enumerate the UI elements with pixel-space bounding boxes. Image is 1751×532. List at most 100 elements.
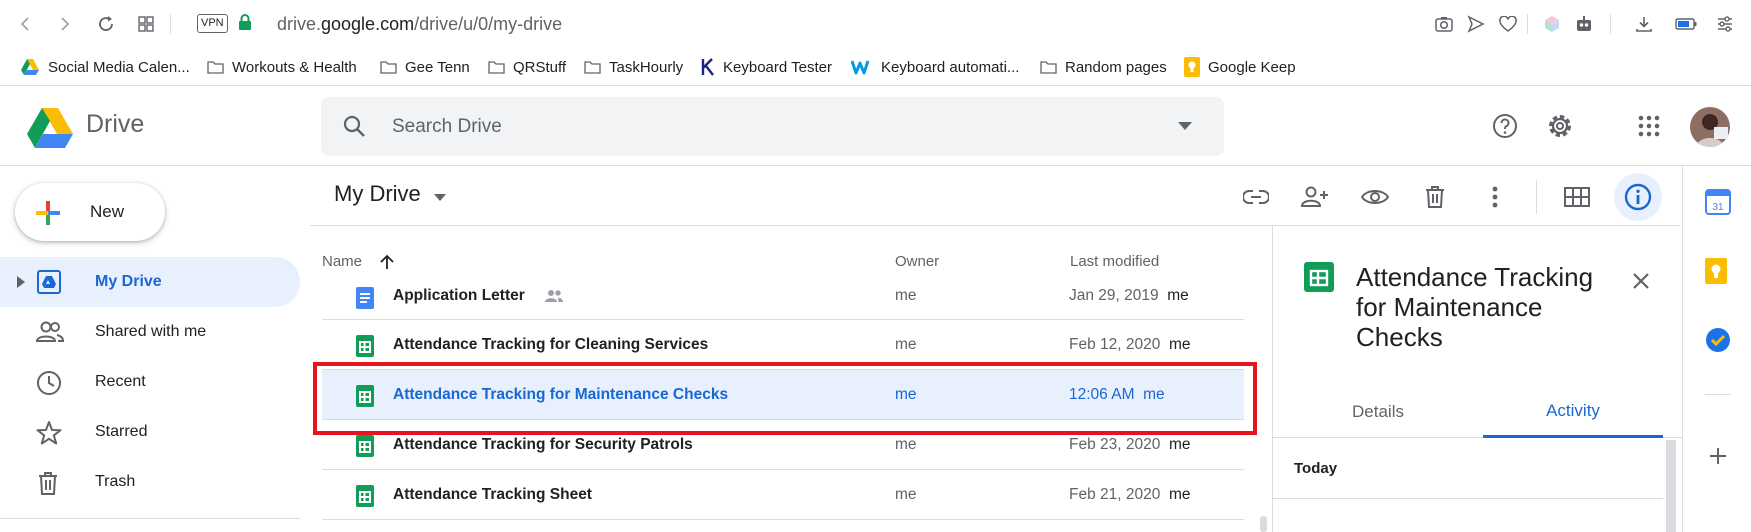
bookmark-taskhourly[interactable]: TaskHourly [584, 56, 683, 78]
apps-grid-icon[interactable] [1629, 106, 1669, 146]
google-calendar-icon[interactable]: 31 [1705, 189, 1731, 215]
file-owner: me [895, 436, 917, 453]
side-panel-rail: 31 [1682, 166, 1751, 532]
folder-icon [207, 60, 224, 74]
details-panel: Attendance Tracking for Maintenance Chec… [1272, 226, 1683, 532]
column-header-owner[interactable]: Owner [895, 253, 939, 270]
get-link-icon[interactable] [1235, 176, 1277, 218]
file-modified: Feb 23, 2020 me [1069, 436, 1191, 454]
column-header-name[interactable]: Name [322, 253, 362, 270]
help-icon[interactable] [1485, 106, 1525, 146]
forward-icon[interactable] [52, 12, 76, 36]
sidebar-item-shared[interactable]: Shared with me [0, 307, 300, 357]
svg-text:31: 31 [1712, 202, 1724, 213]
bookmark-label: Google Keep [1208, 58, 1296, 76]
lock-icon[interactable] [238, 13, 252, 31]
search-bar[interactable]: Search Drive [321, 97, 1224, 156]
bookmark-gee-tenn[interactable]: Gee Tenn [380, 56, 470, 78]
table-row-selected[interactable]: Attendance Tracking for Maintenance Chec… [322, 370, 1244, 420]
bookmark-google-keep[interactable]: Google Keep [1184, 56, 1296, 78]
activity-section-today: Today [1294, 460, 1338, 477]
more-options-icon[interactable] [1474, 176, 1516, 218]
tab-details[interactable]: Details [1273, 386, 1483, 438]
sidebar-item-starred[interactable]: Starred [0, 407, 300, 457]
speed-dial-icon[interactable] [134, 12, 158, 36]
tab-activity[interactable]: Activity [1483, 386, 1663, 438]
modified-date: Feb 23, 2020 [1069, 436, 1161, 453]
details-scrollbar[interactable] [1666, 440, 1676, 532]
search-input[interactable]: Search Drive [392, 116, 502, 138]
toolbar-divider [1536, 180, 1537, 214]
bookmark-label: TaskHourly [609, 58, 684, 76]
address-bar[interactable]: drive.google.com/drive/u/0/my-drive [277, 12, 562, 36]
reload-icon[interactable] [94, 12, 118, 36]
google-keep-icon[interactable] [1705, 258, 1731, 284]
list-scrollbar[interactable] [1260, 516, 1267, 532]
bookmark-workouts[interactable]: Workouts & Health [207, 56, 357, 78]
modified-by: me [1168, 336, 1191, 353]
expand-arrow-icon[interactable] [17, 276, 25, 288]
sidebar-divider [0, 518, 300, 519]
bookmark-label: Keyboard automati... [881, 58, 1020, 76]
preview-eye-icon[interactable] [1354, 176, 1396, 218]
new-button[interactable]: New [15, 183, 165, 241]
table-row[interactable]: Application Letter me Jan 29, 2019 me [322, 273, 1244, 320]
google-tasks-icon[interactable] [1705, 327, 1731, 353]
settings-gear-icon[interactable] [1540, 106, 1580, 146]
bookmark-keyboard-tester[interactable]: Keyboard Tester [701, 56, 832, 78]
modified-by: me [1168, 486, 1191, 503]
sidebar-item-recent[interactable]: Recent [0, 357, 300, 407]
back-icon[interactable] [14, 12, 38, 36]
google-sheets-icon [1304, 262, 1334, 292]
send-icon[interactable] [1464, 12, 1488, 36]
search-icon[interactable] [342, 114, 366, 138]
column-header-label: Last modified [1070, 253, 1160, 270]
settings-sliders-icon[interactable] [1713, 12, 1737, 36]
k-logo-icon [701, 58, 715, 76]
sidebar-item-my-drive[interactable]: My Drive [0, 257, 300, 307]
column-header-last-modified[interactable]: Last modified [1070, 253, 1159, 270]
drive-logo-icon[interactable] [26, 107, 74, 149]
search-options-icon[interactable] [1178, 122, 1192, 130]
google-drive-icon [20, 58, 40, 76]
cube-extension-icon[interactable] [1540, 12, 1564, 36]
bookmark-qrstuff[interactable]: QRStuff [488, 56, 566, 78]
add-addon-plus-icon[interactable] [1705, 443, 1731, 469]
battery-icon[interactable] [1674, 12, 1698, 36]
table-row[interactable]: Attendance Tracking Sheet me Feb 21, 202… [322, 470, 1244, 520]
title-dropdown-icon[interactable] [434, 194, 446, 201]
share-add-person-icon[interactable] [1294, 176, 1336, 218]
sort-arrow-up-icon[interactable] [379, 254, 395, 270]
details-info-icon[interactable] [1614, 173, 1662, 221]
sidebar: New My Drive Shared with me Recent Starr… [0, 166, 310, 532]
table-row[interactable]: Attendance Tracking for Cleaning Service… [322, 320, 1244, 370]
bookmark-social-media[interactable]: Social Media Calen... [20, 56, 190, 78]
grid-view-icon[interactable] [1556, 176, 1598, 218]
avatar[interactable] [1690, 107, 1730, 147]
modified-by: me [1143, 386, 1165, 403]
bookmark-label: Keyboard Tester [723, 58, 832, 76]
heart-icon[interactable] [1496, 12, 1520, 36]
new-button-label: New [90, 202, 125, 221]
file-name: Attendance Tracking for Security Patrols [393, 436, 693, 453]
google-sheets-icon [356, 485, 374, 507]
modified-date: Feb 12, 2020 [1069, 336, 1161, 353]
camera-icon[interactable] [1432, 12, 1456, 36]
robot-extension-icon[interactable] [1572, 12, 1596, 36]
page-title[interactable]: My Drive [334, 181, 421, 207]
file-name: Attendance Tracking Sheet [393, 486, 592, 503]
file-owner: me [895, 336, 917, 353]
sidebar-item-trash[interactable]: Trash [0, 457, 300, 507]
delete-trash-icon[interactable] [1414, 176, 1456, 218]
bookmark-keyboard-automation[interactable]: Keyboard automati... [851, 56, 1019, 78]
vpn-badge[interactable]: VPN [197, 14, 228, 33]
close-icon[interactable] [1626, 266, 1656, 296]
app-name[interactable]: Drive [86, 110, 144, 139]
w-logo-icon [851, 59, 873, 75]
bookmark-label: Workouts & Health [232, 58, 357, 76]
sidebar-item-label: Recent [95, 373, 146, 390]
bookmark-random-pages[interactable]: Random pages [1040, 56, 1167, 78]
browser-toolbar: VPN drive.google.com/drive/u/0/my-drive [0, 0, 1751, 48]
table-row[interactable]: Attendance Tracking for Security Patrols… [322, 420, 1244, 470]
download-icon[interactable] [1632, 12, 1656, 36]
